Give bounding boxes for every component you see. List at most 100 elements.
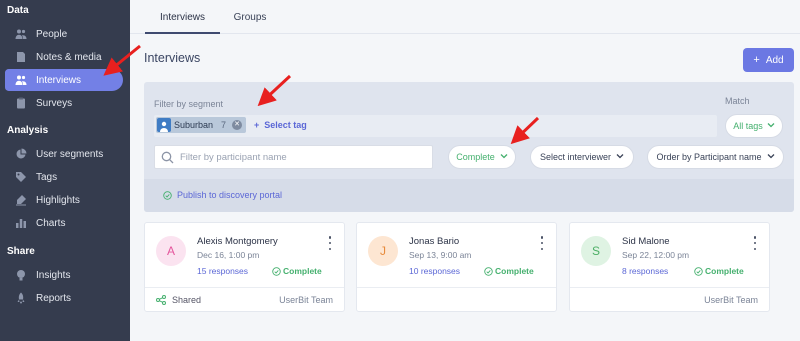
interview-card[interactable]: J Jonas Bario Sep 13, 9:00 am 10 respons… [356, 222, 557, 312]
tab-interviews[interactable]: Interviews [145, 0, 220, 34]
sidebar-item-notes-media[interactable]: Notes & media [5, 46, 123, 68]
avatar: J [368, 236, 398, 266]
search-icon [161, 151, 174, 163]
interviewer-filter-dropdown[interactable]: Select interviewer [530, 145, 634, 169]
chevron-down-icon [767, 152, 775, 162]
status-badge: Complete [484, 266, 534, 276]
shared-indicator: Shared [156, 295, 201, 305]
check-circle-icon [484, 266, 493, 276]
participant-name: Sid Malone [622, 236, 670, 247]
sidebar-item-label: Notes & media [36, 51, 102, 63]
sidebar-item-label: Reports [36, 292, 72, 304]
status-badge: Complete [694, 266, 744, 276]
reports-icon [14, 291, 28, 305]
participant-name: Jonas Bario [409, 236, 460, 247]
sidebar-item-charts[interactable]: Charts [5, 212, 123, 234]
check-circle-icon [272, 266, 281, 276]
status-label: Complete [705, 266, 744, 276]
interviewer-filter-value: Select interviewer [539, 152, 612, 162]
page-title: Interviews [144, 51, 201, 65]
sidebar-item-label: Highlights [36, 194, 80, 206]
segment-chip[interactable]: Suburban 7 ✕ [156, 117, 246, 133]
responses-link[interactable]: 8 responses [622, 266, 668, 276]
sidebar: Data People Notes & media Interviews Sur… [0, 0, 130, 341]
status-label: Complete [283, 266, 322, 276]
status-label: Complete [495, 266, 534, 276]
responses-link[interactable]: 15 responses [197, 266, 248, 276]
section-title-data: Data [7, 5, 29, 16]
search-input[interactable] [180, 151, 420, 163]
tag-icon [14, 170, 28, 184]
segment-chip-count: 7 [221, 120, 227, 130]
notes-icon [14, 50, 28, 64]
participant-search [154, 145, 433, 169]
close-icon[interactable]: ✕ [232, 120, 243, 130]
surveys-icon [14, 96, 28, 110]
match-label: Match [725, 96, 750, 106]
check-circle-icon [694, 266, 703, 276]
segment-avatar-icon [157, 118, 171, 132]
interview-card[interactable]: A Alexis Montgomery Dec 16, 1:00 pm 15 r… [144, 222, 345, 312]
select-tag-link[interactable]: + Select tag [254, 120, 307, 130]
sidebar-item-insights[interactable]: Insights [5, 264, 123, 286]
chevron-down-icon [767, 121, 775, 131]
segment-chip-label: Suburban [174, 120, 214, 130]
sidebar-item-label: User segments [36, 148, 104, 160]
segment-filter-label: Filter by segment [154, 99, 224, 109]
avatar: S [581, 236, 611, 266]
chevron-down-icon [500, 152, 508, 162]
more-options-icon[interactable] [327, 236, 333, 250]
add-button[interactable]: + Add [743, 48, 794, 72]
interview-date: Sep 13, 9:00 am [409, 250, 472, 260]
insights-icon [14, 268, 28, 282]
publish-link-label: Publish to discovery portal [177, 190, 283, 200]
order-dropdown[interactable]: Order by Participant name [647, 145, 784, 169]
sidebar-item-label: Charts [36, 217, 66, 229]
sidebar-item-label: Surveys [36, 97, 73, 109]
sidebar-item-label: Insights [36, 269, 71, 281]
chart-icon [14, 216, 28, 230]
more-options-icon[interactable] [752, 236, 758, 250]
participant-name: Alexis Montgomery [197, 236, 278, 247]
sidebar-item-label: People [36, 28, 68, 40]
status-badge: Complete [272, 266, 322, 276]
sidebar-item-highlights[interactable]: Highlights [5, 189, 123, 211]
sidebar-item-people[interactable]: People [5, 23, 123, 45]
interview-date: Dec 16, 1:00 pm [197, 250, 260, 260]
status-filter-value: Complete [456, 152, 495, 162]
select-tag-label: Select tag [264, 120, 307, 130]
sidebar-item-reports[interactable]: Reports [5, 287, 123, 309]
interview-date: Sep 22, 12:00 pm [622, 250, 690, 260]
team-label: UserBit Team [704, 295, 758, 305]
card-footer: Shared UserBit Team [145, 287, 344, 313]
chevron-down-icon [616, 152, 624, 162]
card-footer [357, 287, 556, 313]
plus-icon: + [753, 54, 760, 66]
share-icon [156, 295, 166, 305]
responses-link[interactable]: 10 responses [409, 266, 460, 276]
section-title-analysis: Analysis [7, 125, 49, 136]
sidebar-item-surveys[interactable]: Surveys [5, 92, 123, 114]
tab-bar: Interviews Groups [130, 0, 800, 34]
card-footer: UserBit Team [570, 287, 769, 313]
section-title-share: Share [7, 246, 35, 257]
check-circle-icon [163, 190, 172, 200]
highlight-icon [14, 193, 28, 207]
shared-label: Shared [172, 295, 202, 305]
match-dropdown[interactable]: All tags [725, 114, 783, 138]
sidebar-item-user-segments[interactable]: User segments [5, 143, 123, 165]
pie-icon [14, 147, 28, 161]
avatar: A [156, 236, 186, 266]
tab-groups[interactable]: Groups [224, 0, 276, 34]
interview-card[interactable]: S Sid Malone Sep 22, 12:00 pm 8 response… [569, 222, 770, 312]
more-options-icon[interactable] [539, 236, 545, 250]
interviews-icon [14, 73, 28, 87]
sidebar-item-tags[interactable]: Tags [5, 166, 123, 188]
people-icon [14, 27, 28, 41]
status-filter-dropdown[interactable]: Complete [448, 145, 516, 169]
publish-link[interactable]: Publish to discovery portal [163, 190, 282, 200]
sidebar-item-interviews[interactable]: Interviews [5, 69, 123, 91]
sidebar-item-label: Interviews [36, 74, 82, 86]
add-button-label: Add [765, 54, 784, 66]
match-dropdown-value: All tags [733, 121, 763, 131]
